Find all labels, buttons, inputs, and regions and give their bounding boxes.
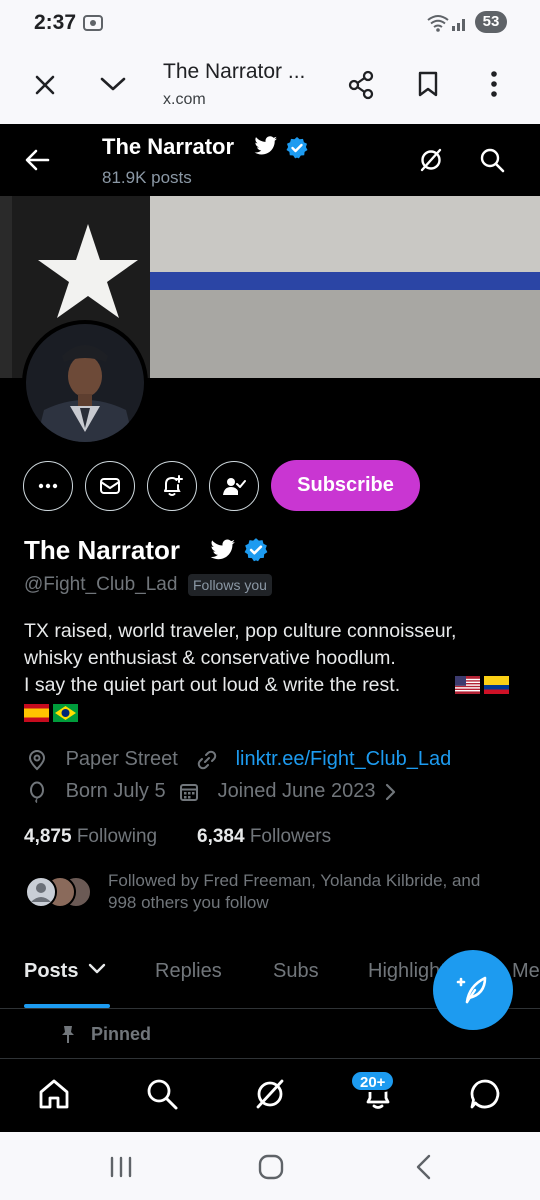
compose-button[interactable] (433, 950, 513, 1030)
search-icon[interactable] (145, 1077, 179, 1111)
followed-by-avatars[interactable] (24, 874, 96, 910)
message-button[interactable] (85, 461, 135, 511)
following-stat[interactable]: 4,875 Following (24, 826, 157, 848)
location-icon (26, 749, 54, 774)
grok-icon[interactable] (253, 1077, 287, 1111)
website-link[interactable]: linktr.ee/Fight_Club_Lad (236, 748, 452, 770)
chevron-down-icon[interactable] (99, 74, 127, 94)
verified-badge-icon[interactable] (243, 537, 269, 563)
home-icon[interactable] (37, 1077, 71, 1111)
joined-text: Joined June 2023 (217, 780, 376, 802)
followed-by-line-1[interactable]: Followed by Fred Freeman, Yolanda Kilbri… (108, 871, 480, 891)
birthday-text: Born July 5 (65, 780, 166, 802)
header-posts-count: 81.9K posts (102, 168, 192, 187)
balloon-icon (26, 781, 54, 806)
recent-apps-icon[interactable] (108, 1156, 134, 1178)
grok-icon[interactable] (418, 147, 444, 173)
search-icon[interactable] (479, 147, 505, 173)
signal-icon (451, 14, 469, 32)
followers-stat[interactable]: 6,384 Followers (197, 826, 331, 848)
battery-indicator: 53 (475, 11, 507, 33)
bird-emoji-icon (254, 136, 278, 156)
bio-line-1: TX raised, world traveler, pop culture c… (24, 620, 457, 642)
browser-page-title: The Narrator ... (163, 60, 306, 83)
calendar-icon (178, 781, 206, 806)
flag-spain-icon (24, 704, 49, 722)
tab-label: Posts (24, 960, 79, 982)
pin-icon (60, 1024, 76, 1044)
bird-emoji-icon (210, 539, 236, 561)
follows-you-badge: Follows you (188, 574, 272, 596)
wifi-icon (426, 14, 450, 32)
following-label: Following (76, 826, 158, 847)
location-text: Paper Street (65, 748, 178, 770)
back-arrow-icon[interactable] (24, 148, 50, 172)
back-button-icon[interactable] (413, 1154, 433, 1180)
bottom-navigation (0, 1058, 540, 1132)
avatar[interactable] (22, 320, 148, 446)
tab-posts[interactable]: Posts (24, 960, 106, 983)
subscribe-button[interactable]: Subscribe (271, 460, 420, 511)
tab-subs[interactable]: Subs (273, 960, 319, 983)
flag-colombia-icon (484, 676, 509, 694)
profile-display-name: The Narrator (24, 535, 181, 565)
pinned-label: Pinned (91, 1024, 152, 1044)
browser-bar: The Narrator ... x.com (0, 46, 540, 124)
profile-handle: @Fight_Club_Lad (24, 574, 178, 595)
notifications-badge: 20+ (350, 1070, 396, 1092)
share-icon[interactable] (347, 70, 375, 100)
browser-domain: x.com (163, 91, 206, 108)
website-item[interactable]: linktr.ee/Fight_Club_Lad (196, 748, 451, 774)
tab-media[interactable]: Media (512, 960, 540, 983)
following-count: 4,875 (24, 826, 72, 847)
more-vert-icon[interactable] (490, 70, 498, 98)
more-options-button[interactable] (23, 461, 73, 511)
tab-replies[interactable]: Replies (155, 960, 222, 983)
header-name: The Narrator (102, 134, 235, 159)
bookmark-icon[interactable] (417, 70, 439, 98)
followers-label: Followers (249, 826, 332, 847)
following-button[interactable] (209, 461, 259, 511)
home-button-icon[interactable] (258, 1154, 284, 1180)
verified-badge-icon (285, 136, 309, 160)
birthday-item: Born July 5 (26, 780, 166, 806)
status-bar: 2:37 53 (0, 0, 540, 46)
followed-by-line-2[interactable]: 998 others you follow (108, 893, 269, 913)
joined-item[interactable]: Joined June 2023 (178, 780, 403, 806)
close-icon[interactable] (32, 72, 58, 98)
chat-icon[interactable] (468, 1077, 502, 1111)
bio-line-2: whisky enthusiast & conservative hoodlum… (24, 647, 396, 669)
system-navigation-bar (0, 1132, 540, 1200)
screen-record-icon (82, 13, 104, 33)
location-item: Paper Street (26, 748, 178, 774)
notifications-toggle-button[interactable] (147, 461, 197, 511)
flag-usa-icon (455, 676, 480, 694)
followers-count: 6,384 (197, 826, 245, 847)
flag-brazil-icon (53, 704, 78, 722)
chevron-down-icon (88, 963, 106, 975)
link-icon (196, 749, 224, 774)
profile-header: The Narrator 81.9K posts (0, 124, 540, 196)
bio-line-3: I say the quiet part out loud & write th… (24, 674, 401, 696)
status-time: 2:37 (34, 11, 77, 34)
chevron-right-icon (385, 782, 403, 805)
